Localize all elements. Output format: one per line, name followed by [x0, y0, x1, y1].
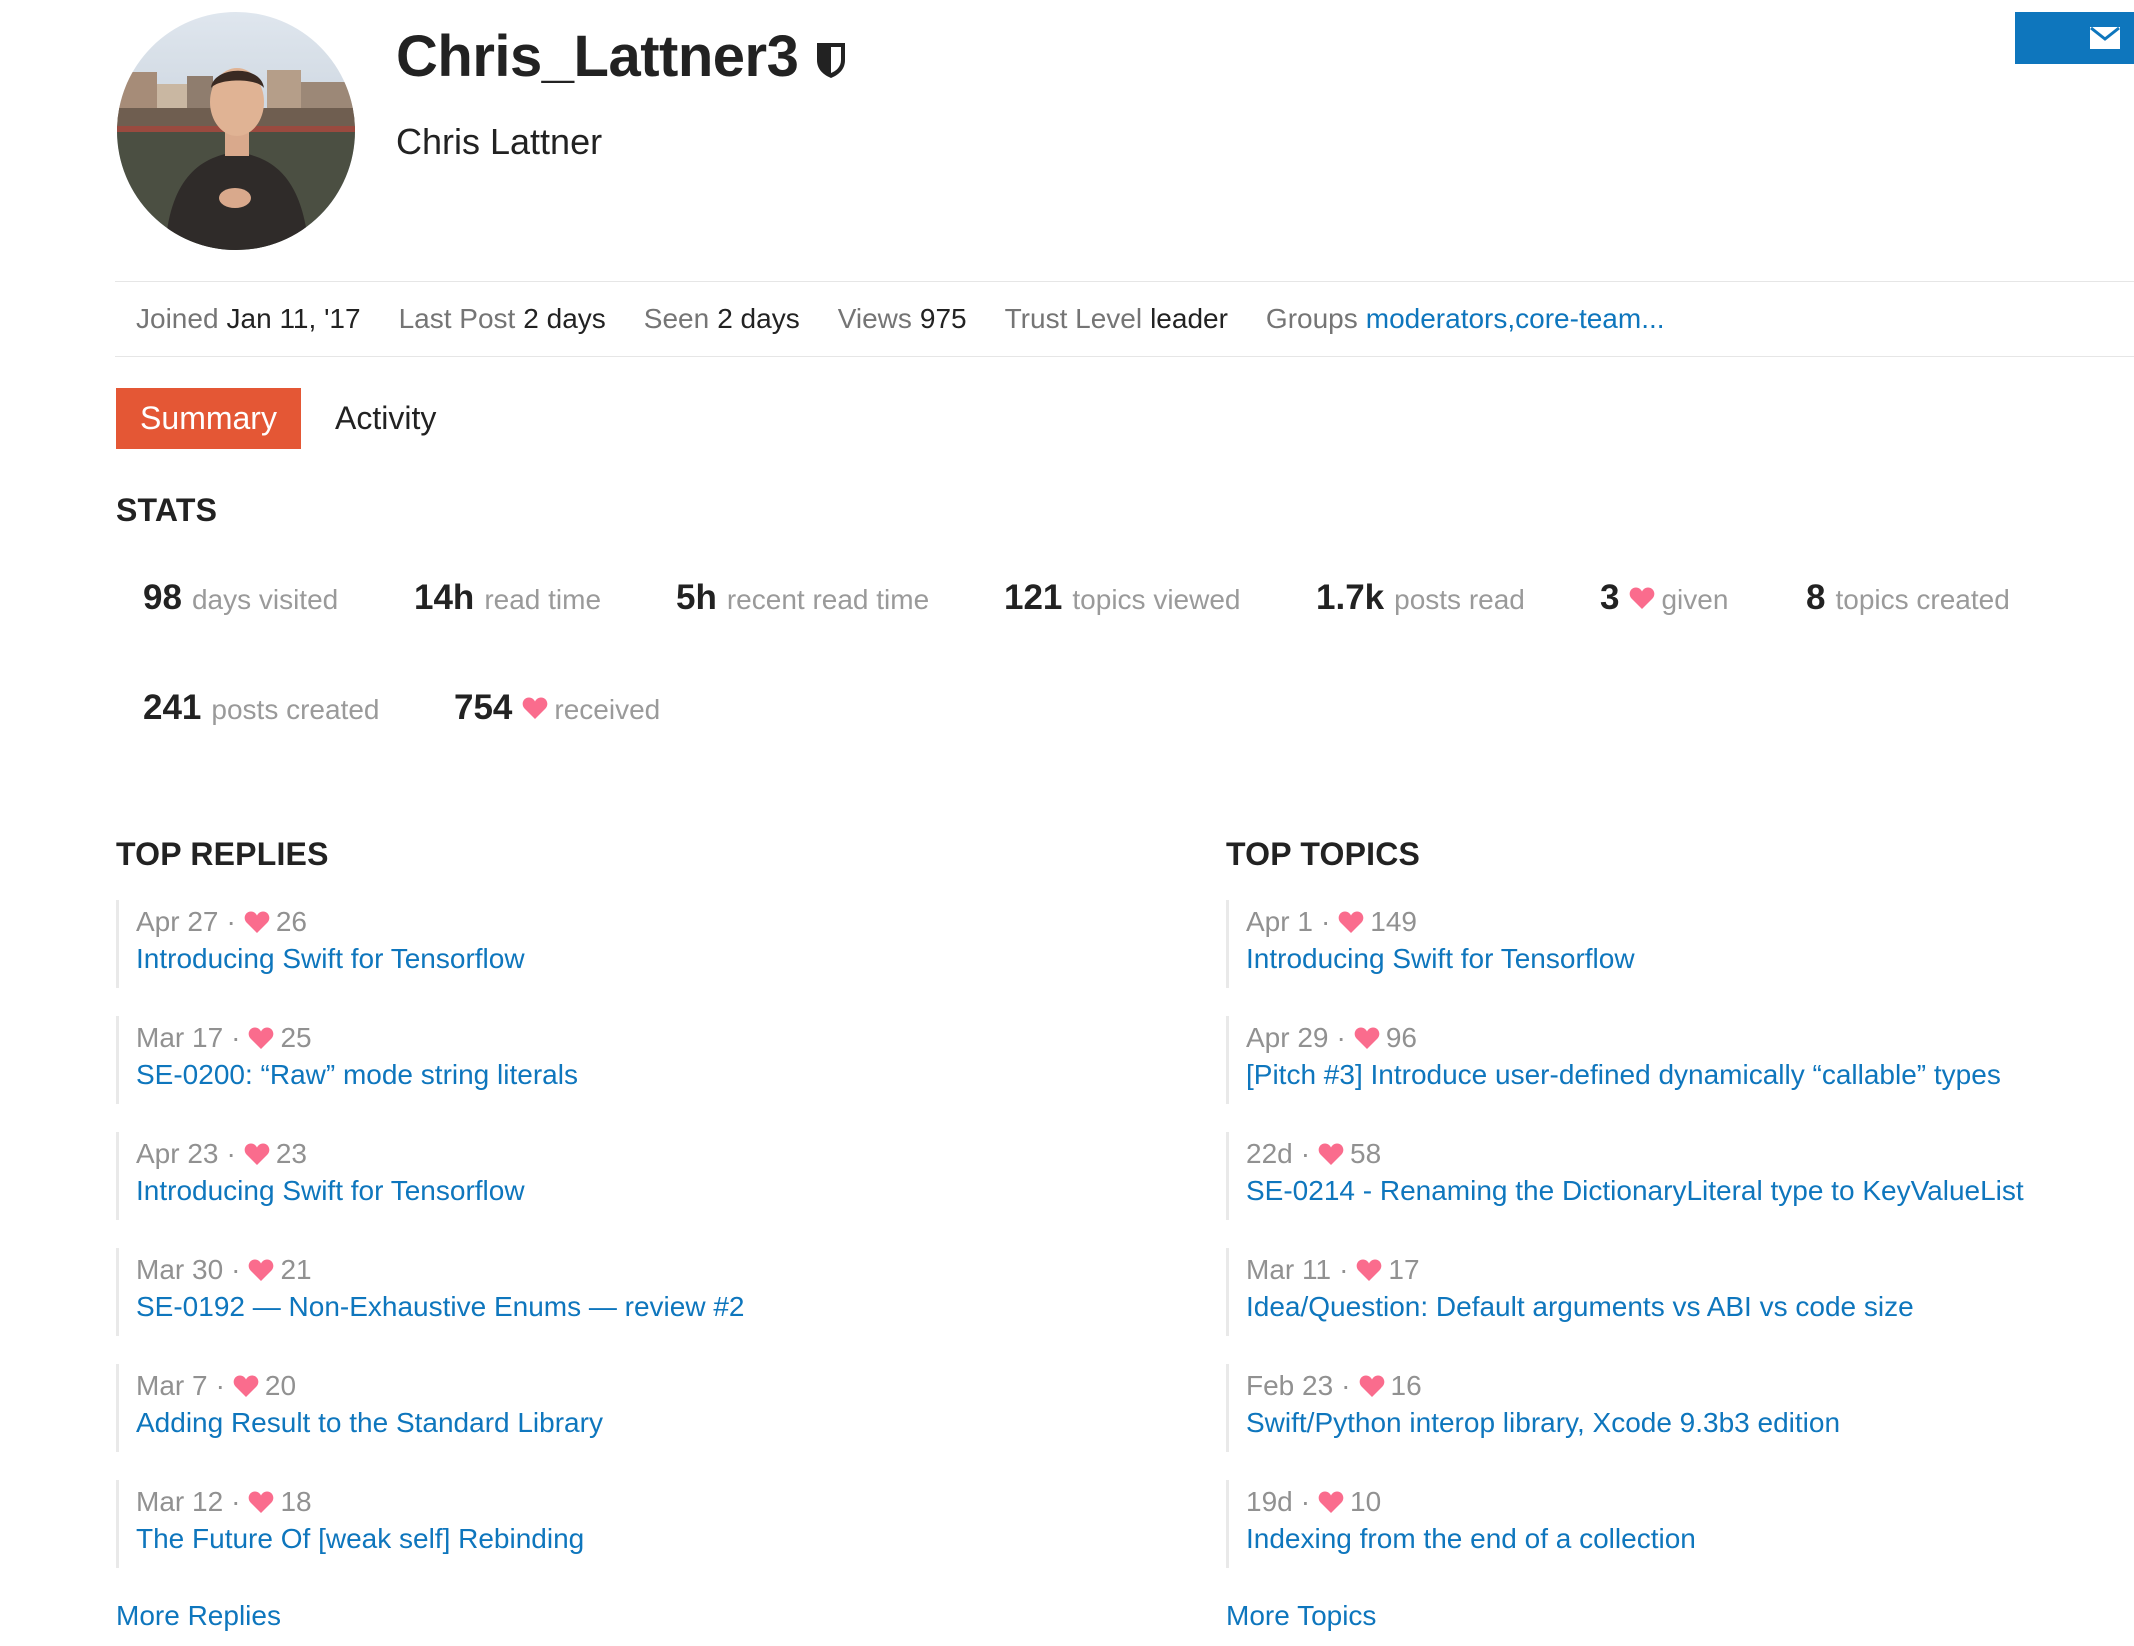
username-heading: Chris_Lattner3: [396, 22, 848, 92]
envelope-icon: [2090, 27, 2120, 49]
heart-icon: [1357, 1259, 1382, 1281]
heart-icon: [1359, 1375, 1384, 1397]
heart-icon: [1338, 911, 1364, 933]
reply-meta: Mar 17 · 25: [136, 1022, 312, 1053]
meta-last-post: Last Post 2 days: [398, 303, 606, 334]
heart-icon: [1630, 587, 1655, 609]
user-meta-bar: Joined Jan 11, '17 Last Post 2 days Seen 2 …: [115, 281, 2134, 357]
tab-summary[interactable]: Summary: [116, 388, 301, 449]
top-topics-heading: TOP TOPICS: [1226, 836, 1421, 872]
reply-link[interactable]: Adding Result to the Standard Library: [136, 1404, 1156, 1442]
heart-icon: [1318, 1143, 1344, 1165]
reply-item: Mar 17 · 25 SE-0200: “Raw” mode string li…: [116, 1016, 1156, 1104]
shield-icon: [817, 43, 846, 78]
profile-nav: Summary Activity: [116, 388, 436, 449]
stats-heading: STATS: [116, 492, 218, 528]
reply-item: Apr 23 · 23 Introducing Swift for Tensorf…: [116, 1132, 1156, 1220]
meta-views: Views 975: [837, 303, 967, 334]
reply-link[interactable]: SE-0192 — Non-Exhaustive Enums — review …: [136, 1288, 1156, 1326]
reply-item: Apr 27 · 26 Introducing Swift for Tensorf…: [116, 900, 1156, 988]
topic-meta: 19d · 10: [1246, 1486, 1382, 1517]
reply-link[interactable]: Introducing Swift for Tensorflow: [136, 1172, 1156, 1210]
reply-meta: Apr 27 · 26: [136, 906, 307, 937]
topic-link[interactable]: SE-0214 - Renaming the DictionaryLiteral…: [1246, 1172, 2126, 1210]
meta-joined: Joined Jan 11, '17: [136, 303, 361, 334]
topic-meta: Apr 1 · 149: [1246, 906, 1417, 937]
topic-link[interactable]: [Pitch #3] Introduce user-defined dynami…: [1246, 1056, 2126, 1094]
stat-days-visited: 98 days visited: [143, 578, 339, 617]
reply-item: Mar 12 · 18 The Future Of [weak self] Reb…: [116, 1480, 1156, 1568]
topic-item: Apr 1 · 149 Introducing Swift for Tensorf…: [1226, 900, 2126, 988]
stat-topics-created: 8 topics created: [1806, 578, 2010, 617]
topic-link[interactable]: Introducing Swift for Tensorflow: [1246, 940, 2126, 978]
top-replies-list: Apr 27 · 26 Introducing Swift for Tensorf…: [116, 900, 1156, 1596]
more-replies-link[interactable]: More Replies: [116, 1600, 281, 1632]
reply-item: Mar 7 · 20 Adding Result to the Standard …: [116, 1364, 1156, 1452]
top-replies-heading: TOP REPLIES: [116, 836, 329, 872]
stat-recent-read-time: 5h recent read time: [676, 578, 930, 617]
reply-meta: Apr 23 · 23: [136, 1138, 307, 1169]
heart-icon: [233, 1375, 259, 1397]
meta-trust-level: Trust Level leader: [1004, 303, 1228, 334]
topic-item: Mar 11 · 17 Idea/Question: Default argume…: [1226, 1248, 2126, 1336]
group-link-core-team[interactable]: core-team...: [1515, 303, 1664, 334]
stat-likes-received: 754 received: [454, 688, 661, 727]
topic-item: 19d · 10 Indexing from the end of a colle…: [1226, 1480, 2126, 1568]
heart-icon: [249, 1027, 274, 1049]
reply-meta: Mar 12 · 18: [136, 1486, 312, 1517]
stat-posts-read: 1.7k posts read: [1316, 578, 1525, 617]
topic-link[interactable]: Idea/Question: Default arguments vs ABI …: [1246, 1288, 2126, 1326]
reply-meta: Mar 30 · 21: [136, 1254, 312, 1285]
heart-icon: [523, 697, 548, 719]
topic-meta: 22d · 58: [1246, 1138, 1382, 1169]
topic-meta: Mar 11 · 17: [1246, 1254, 1420, 1285]
reply-link[interactable]: SE-0200: “Raw” mode string literals: [136, 1056, 1156, 1094]
heart-icon: [244, 1143, 270, 1165]
meta-seen: Seen 2 days: [643, 303, 800, 334]
meta-groups: Groups moderators,core-team...: [1265, 303, 1665, 334]
username: Chris_Lattner3: [396, 24, 799, 89]
topic-item: Feb 23 · 16 Swift/Python interop library,…: [1226, 1364, 2126, 1452]
topic-item: 22d · 58 SE-0214 - Renaming the Dictionar…: [1226, 1132, 2126, 1220]
reply-meta: Mar 7 · 20: [136, 1370, 297, 1401]
heart-icon: [249, 1491, 274, 1513]
avatar-photo: [117, 12, 355, 250]
reply-item: Mar 30 · 21 SE-0192 — Non-Exhaustive Enum…: [116, 1248, 1156, 1336]
more-topics-link[interactable]: More Topics: [1226, 1600, 1376, 1632]
reply-link[interactable]: The Future Of [weak self] Rebinding: [136, 1520, 1156, 1558]
topic-link[interactable]: Indexing from the end of a collection: [1246, 1520, 2126, 1558]
group-separator: ,: [1507, 303, 1516, 334]
reply-link[interactable]: Introducing Swift for Tensorflow: [136, 940, 1156, 978]
stat-read-time: 14h read time: [414, 578, 602, 617]
tab-activity[interactable]: Activity: [335, 400, 436, 437]
topic-meta: Apr 29 · 96: [1246, 1022, 1417, 1053]
heart-icon: [1354, 1027, 1380, 1049]
heart-icon: [244, 911, 270, 933]
stat-posts-created: 241 posts created: [143, 688, 380, 727]
topic-item: Apr 29 · 96 [Pitch #3] Introduce user-def…: [1226, 1016, 2126, 1104]
stat-topics-viewed: 121 topics viewed: [1004, 578, 1241, 617]
heart-icon: [1318, 1491, 1344, 1513]
topic-link[interactable]: Swift/Python interop library, Xcode 9.3b…: [1246, 1404, 2126, 1442]
avatar[interactable]: [117, 12, 355, 250]
full-name: Chris Lattner: [396, 121, 603, 162]
top-topics-list: Apr 1 · 149 Introducing Swift for Tensorf…: [1226, 900, 2126, 1596]
topic-meta: Feb 23 · 16: [1246, 1370, 1422, 1401]
heart-icon: [249, 1259, 274, 1281]
stat-likes-given: 3 given: [1600, 578, 1729, 617]
group-link-moderators[interactable]: moderators: [1366, 303, 1508, 334]
message-button[interactable]: [2015, 12, 2134, 64]
